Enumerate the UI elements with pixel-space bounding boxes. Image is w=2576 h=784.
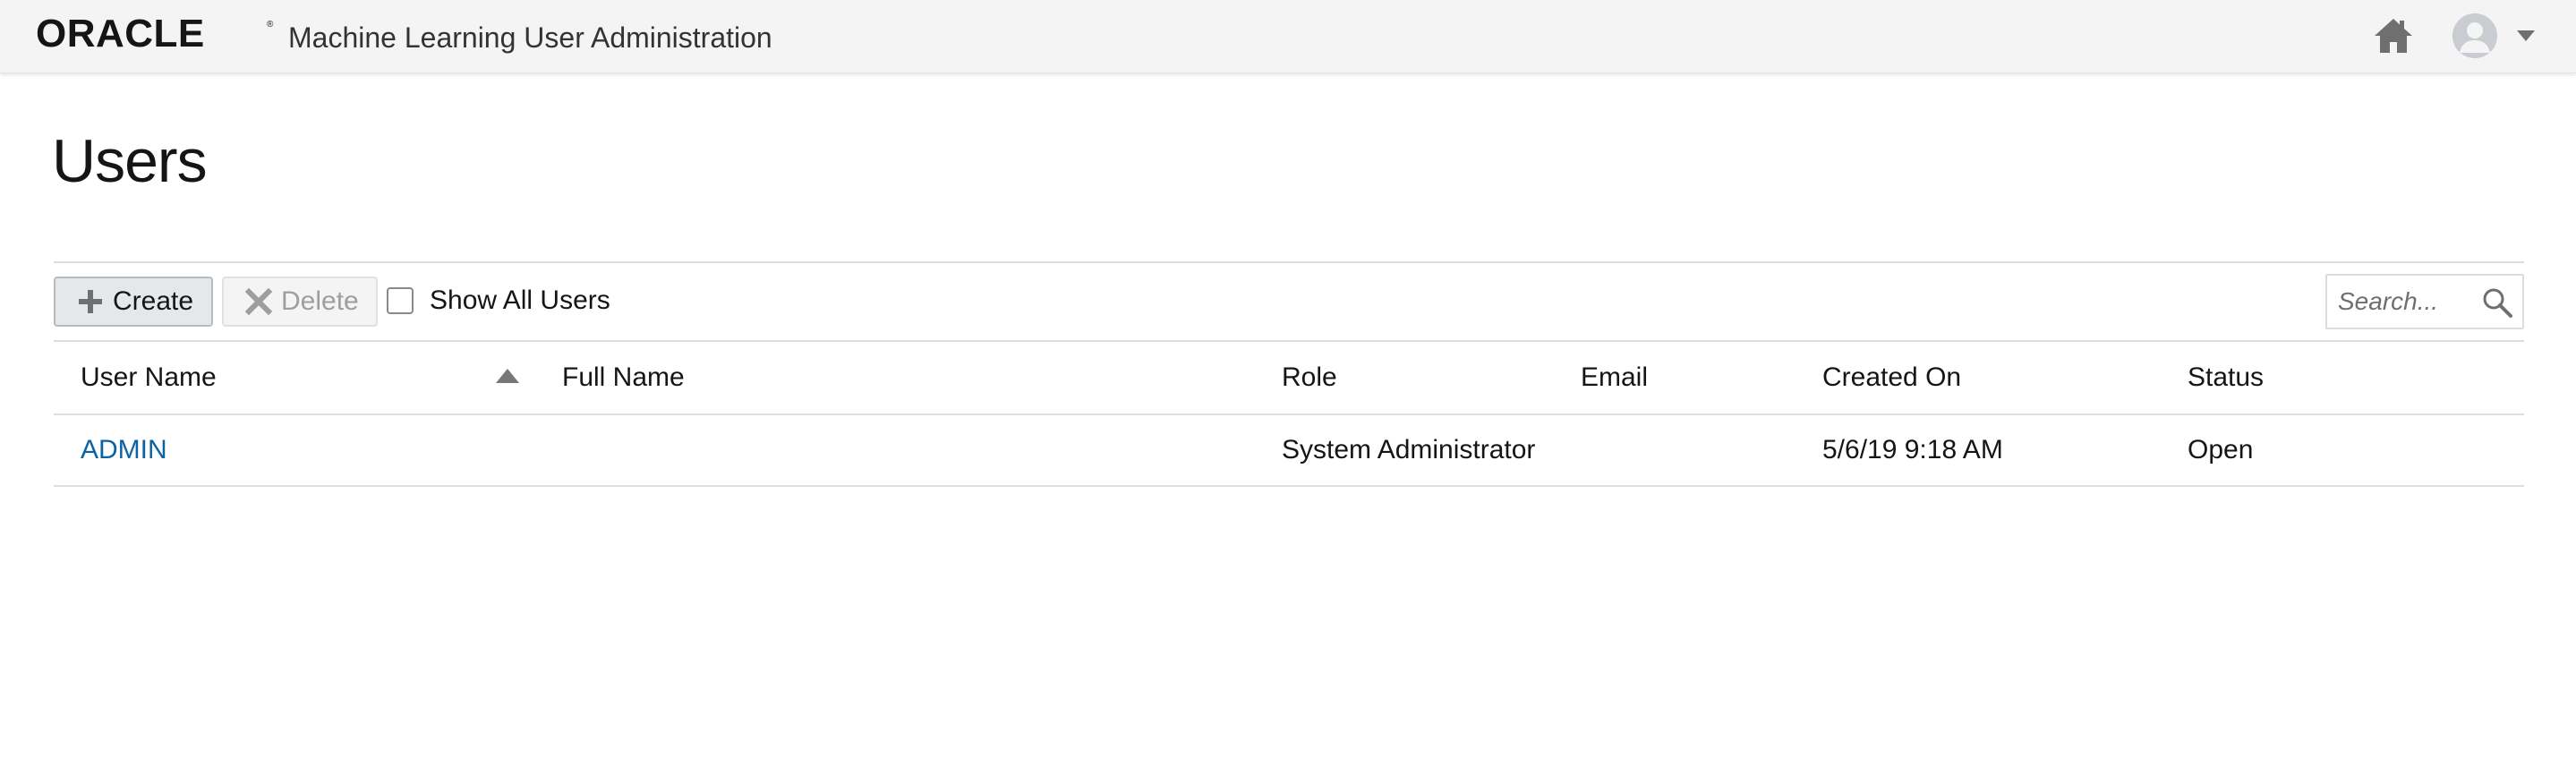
show-all-users-label: Show All Users: [430, 285, 610, 315]
column-header-full-name[interactable]: Full Name: [562, 342, 685, 413]
logo-text: ORACLE: [36, 16, 205, 52]
user-menu[interactable]: [2449, 9, 2547, 63]
column-header-user-name[interactable]: User Name: [81, 342, 217, 413]
cell-status: Open: [2188, 435, 2254, 464]
search-icon[interactable]: [2481, 286, 2513, 319]
column-header-email[interactable]: Email: [1581, 342, 1648, 413]
cell-role: System Administrator: [1282, 435, 1536, 464]
plus-icon: [77, 288, 104, 315]
column-header-role[interactable]: Role: [1282, 342, 1337, 413]
show-all-users-toggle[interactable]: Show All Users: [387, 283, 610, 319]
delete-button-label: Delete: [281, 286, 359, 316]
app-header: ORACLE ® Machine Learning User Administr…: [0, 0, 2576, 73]
column-header-created-on[interactable]: Created On: [1822, 342, 1961, 413]
column-header-status[interactable]: Status: [2188, 342, 2264, 413]
create-button[interactable]: Create: [54, 277, 213, 327]
search-input[interactable]: [2336, 285, 2479, 319]
users-table: User Name Full Name Role Email Created O…: [54, 342, 2524, 487]
delete-button[interactable]: Delete: [222, 277, 378, 327]
search-box: [2325, 274, 2524, 329]
app-title: Machine Learning User Administration: [288, 21, 772, 54]
home-icon: [2375, 19, 2412, 53]
create-button-label: Create: [113, 286, 194, 316]
users-toolbar: Create Delete Show All Users: [54, 261, 2524, 342]
close-icon: [245, 288, 272, 315]
table-row[interactable]: ADMIN System Administrator 5/6/19 9:18 A…: [54, 415, 2524, 487]
home-button[interactable]: [2368, 13, 2418, 59]
user-avatar-icon: [2452, 13, 2497, 58]
page-title: Users: [52, 127, 208, 195]
table-header: User Name Full Name Role Email Created O…: [54, 342, 2524, 415]
sort-ascending-icon[interactable]: [496, 369, 519, 383]
oracle-logo: ORACLE ®: [36, 16, 274, 52]
cell-created-on: 5/6/19 9:18 AM: [1822, 435, 2003, 464]
cell-user-name: ADMIN: [81, 415, 167, 485]
svg-text:®: ®: [267, 20, 274, 30]
user-name-link[interactable]: ADMIN: [81, 435, 167, 465]
chevron-down-icon: [2517, 30, 2535, 41]
show-all-users-checkbox[interactable]: [387, 287, 414, 314]
